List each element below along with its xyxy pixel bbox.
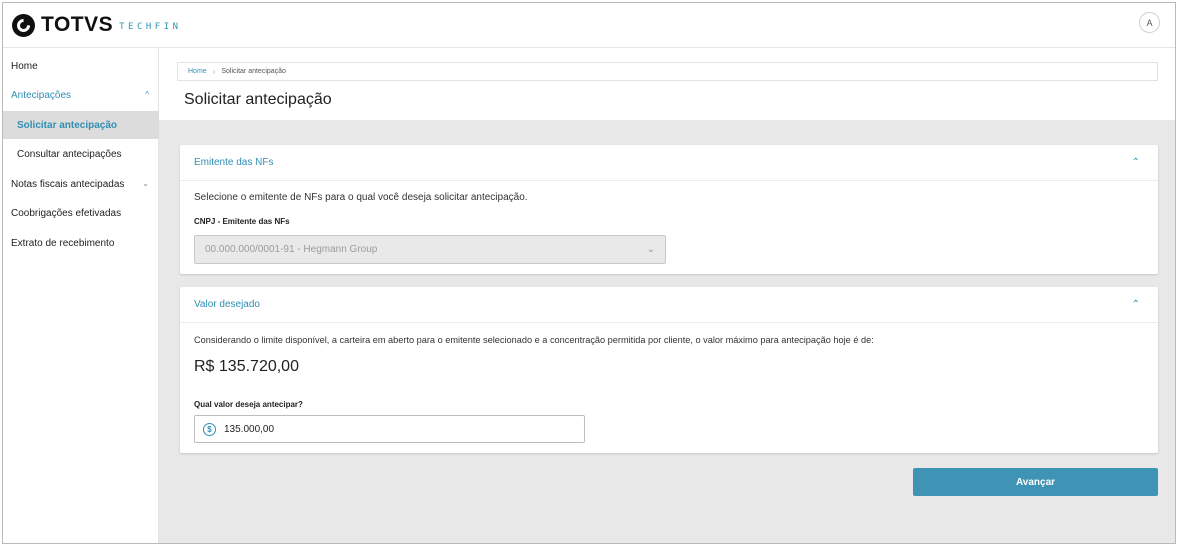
sidebar-item-extrato[interactable]: Extrato de recebimento: [3, 229, 159, 257]
sidebar-item-label: Extrato de recebimento: [11, 237, 115, 249]
sidebar-item-label: Coobrigações efetivadas: [11, 207, 122, 219]
sidebar: Home Antecipações ^ Solicitar antecipaçã…: [3, 48, 159, 543]
value-field-label: Qual valor deseja antecipar?: [194, 400, 303, 409]
issuer-card-title: Emitente das NFs: [194, 157, 274, 168]
brand-logo[interactable]: TOTVS TECHFIN: [12, 10, 182, 40]
sidebar-item-home[interactable]: Home: [3, 52, 159, 80]
totvs-logo-icon: [12, 13, 35, 37]
issuer-description: Selecione o emitente de NFs para o qual …: [194, 192, 528, 203]
sidebar-item-solicitar-antecipacao[interactable]: Solicitar antecipação: [3, 111, 159, 139]
value-card: Valor desejado ⌃ Considerando o limite d…: [180, 287, 1158, 453]
issuer-select-value: 00.000.000/0001-91 - Hegmann Group: [205, 244, 378, 255]
app-window: TOTVS TECHFIN A Home Antecipações ^ Soli…: [2, 2, 1176, 544]
issuer-card-header[interactable]: Emitente das NFs ⌃: [180, 145, 1158, 181]
advance-button[interactable]: Avançar: [913, 468, 1158, 496]
sidebar-item-antecipacoes[interactable]: Antecipações ^: [3, 81, 159, 109]
sidebar-item-label: Home: [11, 60, 38, 72]
value-card-header[interactable]: Valor desejado ⌃: [180, 287, 1158, 323]
breadcrumb-current: Solicitar antecipação: [221, 68, 286, 75]
value-description: Considerando o limite disponível, a cart…: [194, 335, 874, 345]
sidebar-item-coobrigacoes[interactable]: Coobrigações efetivadas: [3, 199, 159, 227]
sidebar-item-label: Solicitar antecipação: [17, 119, 118, 131]
sidebar-item-label: Notas fiscais antecipadas: [11, 178, 125, 190]
user-icon[interactable]: A: [1139, 12, 1160, 33]
issuer-select[interactable]: 00.000.000/0001-91 - Hegmann Group ⌄: [194, 235, 666, 264]
chevron-right-icon: ›: [212, 67, 216, 76]
value-card-title: Valor desejado: [194, 299, 260, 310]
chevron-down-icon: ⌄: [142, 179, 149, 188]
page-header: Home › Solicitar antecipação Solicitar a…: [159, 48, 1175, 120]
sidebar-item-label: Antecipações: [11, 89, 72, 101]
breadcrumb: Home › Solicitar antecipação: [177, 62, 1158, 81]
chevron-up-icon: ^: [145, 90, 149, 99]
brand-name: TOTVS: [41, 13, 114, 36]
sidebar-item-label: Consultar antecipações: [17, 148, 122, 160]
sidebar-item-consultar-antecipacoes[interactable]: Consultar antecipações: [3, 140, 159, 168]
issuer-card: Emitente das NFs ⌃ Selecione o emitente …: [180, 145, 1158, 274]
breadcrumb-home-link[interactable]: Home: [188, 68, 207, 75]
value-input-text: 135.000,00: [224, 423, 275, 435]
value-input[interactable]: $ 135.000,00: [194, 415, 585, 443]
chevron-up-icon[interactable]: ⌃: [1132, 157, 1140, 168]
chevron-up-icon[interactable]: ⌃: [1132, 299, 1140, 310]
sidebar-item-notas-fiscais[interactable]: Notas fiscais antecipadas ⌄: [3, 170, 159, 198]
main-content: Home › Solicitar antecipação Solicitar a…: [159, 48, 1175, 543]
max-value: R$ 135.720,00: [194, 358, 299, 375]
brand-sub: TECHFIN: [119, 22, 182, 32]
top-bar: TOTVS TECHFIN A: [3, 3, 1175, 48]
page-title: Solicitar antecipação: [184, 91, 332, 108]
currency-icon: $: [203, 422, 216, 436]
issuer-field-label: CNPJ - Emitente das NFs: [194, 217, 290, 226]
chevron-down-icon: ⌄: [646, 244, 655, 255]
